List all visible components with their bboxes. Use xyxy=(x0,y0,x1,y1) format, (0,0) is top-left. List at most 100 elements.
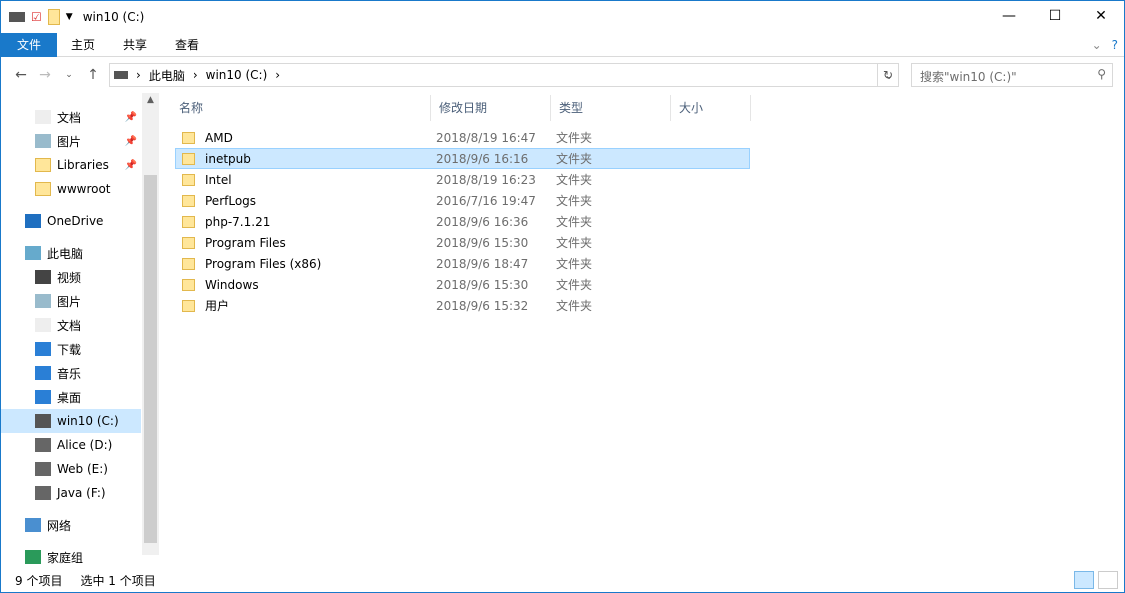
breadcrumb-this-pc[interactable]: 此电脑 xyxy=(149,67,185,84)
navigation-pane: 文档 📌 图片 📌 Libraries 📌 wwwroot OneDrive 此电脑 视频 图片 文档… xyxy=(1,93,159,565)
sidebar-item[interactable]: 下载 xyxy=(1,337,141,361)
search-icon[interactable]: ⚲ xyxy=(1097,67,1106,81)
sidebar-item[interactable]: 家庭组 xyxy=(1,545,141,569)
file-row[interactable]: Program Files 2018/9/6 15:30 文件夹 xyxy=(175,232,750,253)
drive-icon xyxy=(114,71,128,79)
customize-toolbar-icon[interactable]: ▼ xyxy=(66,12,73,22)
properties-icon[interactable]: ☑ xyxy=(31,10,42,24)
window-title: win10 (C:) xyxy=(82,10,145,24)
sidebar-item[interactable]: Alice (D:) xyxy=(1,433,141,457)
pin-icon: 📌 xyxy=(124,111,137,123)
breadcrumb-c-drive[interactable]: win10 (C:) xyxy=(206,68,268,82)
sidebar-item[interactable]: 视频 xyxy=(1,265,141,289)
file-name: inetpub xyxy=(205,151,251,166)
sidebar-item-label: 文档 xyxy=(57,318,82,333)
sidebar-item[interactable]: 文档 xyxy=(1,313,141,337)
file-date: 2018/9/6 16:16 xyxy=(436,151,529,166)
sidebar-item[interactable]: 此电脑 xyxy=(1,241,141,265)
sidebar-item[interactable]: win10 (C:) xyxy=(1,409,141,433)
file-row[interactable]: 用户 2018/9/6 15:32 文件夹 xyxy=(175,295,750,316)
help-icon[interactable]: ? xyxy=(1112,38,1118,52)
sidebar-scrollbar[interactable]: ▲ xyxy=(142,93,159,555)
sidebar-item-label: 图片 xyxy=(57,294,82,309)
sidebar-item[interactable]: 音乐 xyxy=(1,361,141,385)
scroll-up-icon[interactable]: ▲ xyxy=(142,95,159,105)
file-name-cell: AMD xyxy=(176,131,436,145)
sidebar-item-icon xyxy=(35,390,51,404)
sidebar-item[interactable]: 桌面 xyxy=(1,385,141,409)
file-row[interactable]: Intel 2018/8/19 16:23 文件夹 xyxy=(175,169,750,190)
file-type: 文件夹 xyxy=(556,299,593,313)
sidebar-item-icon xyxy=(35,182,51,196)
sidebar-item-label: Alice (D:) xyxy=(57,438,113,452)
sidebar-item[interactable]: wwwroot xyxy=(1,177,141,201)
details-view-button[interactable] xyxy=(1074,571,1094,589)
column-type[interactable]: 类型 xyxy=(551,95,671,121)
maximize-button[interactable]: ☐ xyxy=(1032,1,1078,31)
file-row[interactable]: Windows 2018/9/6 15:30 文件夹 xyxy=(175,274,750,295)
tab-file[interactable]: 文件 xyxy=(1,32,58,57)
expand-ribbon-icon[interactable]: ⌄ xyxy=(1092,38,1102,52)
file-type: 文件夹 xyxy=(556,215,593,229)
up-button[interactable]: ↑ xyxy=(81,67,105,83)
file-date: 2018/8/19 16:23 xyxy=(436,172,536,187)
tab-home[interactable]: 主页 xyxy=(57,33,109,57)
new-folder-icon[interactable] xyxy=(47,9,60,25)
ribbon: 文件 主页 共享 查看 ⌄? xyxy=(1,32,1124,57)
file-row[interactable]: inetpub 2018/9/6 16:16 文件夹 xyxy=(175,148,750,169)
file-name-cell: php-7.1.21 xyxy=(176,215,436,229)
chevron-right-icon: › xyxy=(192,68,198,82)
file-type: 文件夹 xyxy=(556,278,593,292)
file-row[interactable]: php-7.1.21 2018/9/6 16:36 文件夹 xyxy=(175,211,750,232)
column-name[interactable]: 名称 xyxy=(171,95,431,121)
file-name-cell: Intel xyxy=(176,173,436,187)
search-placeholder: 搜索"win10 (C:)" xyxy=(920,70,1017,84)
large-icons-view-button[interactable] xyxy=(1098,571,1118,589)
refresh-button[interactable]: ↻ xyxy=(877,63,899,87)
title-bar: ☑ ▼ win10 (C:) — ☐ ✕ xyxy=(1,1,1124,33)
file-name: Program Files xyxy=(205,235,286,250)
file-date: 2018/9/6 16:36 xyxy=(436,214,529,229)
sidebar-item[interactable]: 图片 📌 xyxy=(1,129,141,153)
file-row[interactable]: Program Files (x86) 2018/9/6 18:47 文件夹 xyxy=(175,253,750,274)
item-count: 9 个项目 xyxy=(15,573,63,588)
sidebar-item[interactable]: Java (F:) xyxy=(1,481,141,505)
sidebar-item[interactable]: OneDrive xyxy=(1,209,141,233)
chevron-right-icon: › xyxy=(275,68,281,82)
address-bar[interactable]: › 此电脑 › win10 (C:) › ⌄ xyxy=(109,63,899,87)
tab-share[interactable]: 共享 xyxy=(109,33,161,57)
sidebar-item[interactable]: 图片 xyxy=(1,289,141,313)
sidebar-item-icon xyxy=(35,134,51,148)
scrollbar-thumb[interactable] xyxy=(144,175,157,543)
sidebar-item[interactable]: Libraries 📌 xyxy=(1,153,141,177)
file-name-cell: Windows xyxy=(176,278,436,292)
file-row[interactable]: AMD 2018/8/19 16:47 文件夹 xyxy=(175,127,750,148)
close-button[interactable]: ✕ xyxy=(1078,1,1124,31)
sidebar-item-label: 音乐 xyxy=(57,366,82,381)
drive-icon xyxy=(9,12,25,22)
sidebar-item[interactable]: 网络 xyxy=(1,513,141,537)
sidebar-item-icon xyxy=(35,438,51,452)
sidebar-item-label: Libraries xyxy=(57,158,109,172)
column-date[interactable]: 修改日期 xyxy=(431,95,551,121)
file-type: 文件夹 xyxy=(556,194,593,208)
sidebar-item-icon xyxy=(35,270,51,284)
file-type: 文件夹 xyxy=(556,131,593,145)
minimize-button[interactable]: — xyxy=(986,1,1032,31)
recent-locations-button[interactable]: ⌄ xyxy=(57,70,81,80)
tab-view[interactable]: 查看 xyxy=(161,33,213,57)
sidebar-item[interactable]: Web (E:) xyxy=(1,457,141,481)
forward-button[interactable]: → xyxy=(33,67,57,83)
file-row[interactable]: PerfLogs 2016/7/16 19:47 文件夹 xyxy=(175,190,750,211)
selected-count: 选中 1 个项目 xyxy=(80,573,156,588)
sidebar-item-icon xyxy=(35,462,51,476)
sidebar-item-label: 下载 xyxy=(57,342,82,357)
sidebar-item-icon xyxy=(35,158,51,172)
column-size[interactable]: 大小 xyxy=(671,95,751,121)
sidebar-item-label: OneDrive xyxy=(47,214,104,228)
folder-icon xyxy=(182,152,195,165)
sidebar-item-icon xyxy=(35,366,51,380)
back-button[interactable]: ← xyxy=(9,67,33,83)
sidebar-item[interactable]: 文档 📌 xyxy=(1,105,141,129)
search-input[interactable]: 搜索"win10 (C:)" ⚲ xyxy=(911,63,1113,87)
